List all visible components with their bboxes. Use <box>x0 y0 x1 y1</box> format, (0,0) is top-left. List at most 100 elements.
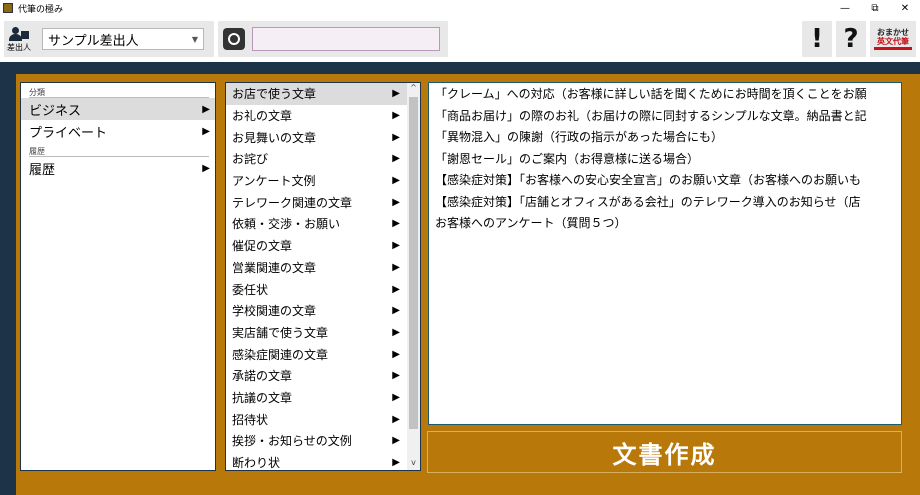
list-item-label: 承諾の文章 <box>232 369 293 384</box>
sender-icon[interactable]: 差出人 <box>4 21 34 57</box>
list-item[interactable]: 委任状 ▶ <box>226 278 408 300</box>
category-item-business[interactable]: ビジネス ▶ <box>21 98 215 120</box>
chevron-right-icon: ▶ <box>392 370 400 382</box>
chevron-right-icon: ▶ <box>392 457 400 469</box>
search-input[interactable] <box>252 27 440 51</box>
list-item-label: 感染症関連の文章 <box>232 347 329 362</box>
window-controls: — ⧉ ✕ <box>830 0 920 16</box>
chevron-right-icon: ▶ <box>392 88 400 100</box>
list-item[interactable]: お詫び ▶ <box>226 148 408 170</box>
list-item[interactable]: 挨拶・お知らせの文例 ▶ <box>226 430 408 452</box>
app-icon <box>3 3 13 13</box>
search-area <box>218 21 448 57</box>
chevron-right-icon: ▶ <box>392 218 400 230</box>
scroll-thumb[interactable] <box>409 97 418 429</box>
list-item-label: 挨拶・お知らせの文例 <box>232 434 352 449</box>
chevron-right-icon: ▶ <box>392 261 400 273</box>
list-item[interactable]: 催促の文章 ▶ <box>226 235 408 257</box>
category-panel: 分類 ビジネス ▶ プライベート ▶ 履歴 履歴 ▶ <box>20 82 216 471</box>
category-item-label: 履歴 <box>29 162 56 178</box>
category-item-history[interactable]: 履歴 ▶ <box>21 157 215 179</box>
list-item-label: 営業関連の文章 <box>232 260 317 275</box>
list-item[interactable]: テレワーク関連の文章 ▶ <box>226 191 408 213</box>
list-item[interactable]: 感染症関連の文章 ▶ <box>226 343 408 365</box>
chevron-right-icon: ▶ <box>392 175 400 187</box>
chevron-right-icon: ▶ <box>392 240 400 252</box>
list-item-label: お礼の文章 <box>232 109 293 124</box>
document-item[interactable]: 【感染症対策】「店舗とオフィスがある会社」のテレワーク導入のお知らせ（店 <box>429 192 901 214</box>
list-item-label: 学校関連の文章 <box>232 304 317 319</box>
list-item-label: お詫び <box>232 152 269 167</box>
list-item-label: 実店舗で使う文章 <box>232 325 329 340</box>
arrow-icon <box>874 47 912 50</box>
help-icon[interactable]: ? <box>836 21 866 57</box>
list-item[interactable]: アンケート文例 ▶ <box>226 170 408 192</box>
chevron-right-icon: ▶ <box>392 283 400 295</box>
list-item-label: 催促の文章 <box>232 239 293 254</box>
chevron-right-icon: ▶ <box>202 103 210 115</box>
list-item[interactable]: お礼の文章 ▶ <box>226 105 408 127</box>
logo-line-1: おまかせ <box>877 28 909 37</box>
subcategory-panel: お店で使う文章 ▶ お礼の文章 ▶ お見舞いの文章 ▶ お詫び ▶ アンケート文例 ▶ テ… <box>225 82 421 471</box>
chevron-right-icon: ▶ <box>392 413 400 425</box>
list-item-label: 抗議の文章 <box>232 390 293 405</box>
sender-area: 差出人 サンプル差出人 ▼ <box>4 21 214 57</box>
alert-icon[interactable]: ! <box>802 21 832 57</box>
sender-dropdown-value: サンプル差出人 <box>48 33 139 49</box>
list-item-label: テレワーク関連の文章 <box>232 195 353 210</box>
chevron-right-icon: ▶ <box>392 348 400 360</box>
list-item[interactable]: お見舞いの文章 ▶ <box>226 126 408 148</box>
document-item[interactable]: 「謝恩セール」のご案内（お得意様に送る場合） <box>429 149 901 171</box>
list-item[interactable]: 招待状 ▶ <box>226 408 408 430</box>
chevron-right-icon: ▶ <box>392 131 400 143</box>
list-item-label: お見舞いの文章 <box>232 130 317 145</box>
list-item[interactable]: お店で使う文章 ▶ <box>226 83 408 105</box>
chevron-right-icon: ▶ <box>202 162 210 174</box>
chevron-right-icon: ▶ <box>392 110 400 122</box>
scroll-down-icon[interactable]: v <box>407 458 420 470</box>
sender-label: 差出人 <box>7 42 31 52</box>
search-button[interactable] <box>218 21 250 57</box>
list-item[interactable]: 断わり状 ▶ <box>226 452 408 470</box>
header-divider <box>0 62 920 74</box>
subcategory-scrollbar[interactable]: ^ v <box>407 83 420 470</box>
title-bar: 代筆の極み — ⧉ ✕ <box>0 0 920 16</box>
toolbar: 差出人 サンプル差出人 ▼ ! ? おまかせ 英文代筆 <box>0 16 920 62</box>
list-item[interactable]: 営業関連の文章 ▶ <box>226 257 408 279</box>
create-document-button[interactable]: 文書作成 <box>427 431 902 473</box>
chevron-right-icon: ▶ <box>392 196 400 208</box>
close-button[interactable]: ✕ <box>890 0 920 16</box>
document-item[interactable]: 「クレーム」への対応（お客様に詳しい話を聞くためにお時間を頂くことをお願 <box>429 84 901 106</box>
list-item-label: アンケート文例 <box>232 174 316 189</box>
document-item[interactable]: 「商品お届け」の際のお礼（お届けの際に同封するシンプルな文章。納品書と記 <box>429 106 901 128</box>
window-title: 代筆の極み <box>18 4 64 15</box>
subcategory-list: お店で使う文章 ▶ お礼の文章 ▶ お見舞いの文章 ▶ お詫び ▶ アンケート文例 ▶ テ… <box>226 83 408 470</box>
document-item[interactable]: 「異物混入」の陳謝（行政の指示があった場合にも） <box>429 127 901 149</box>
section-label-category: 分類 <box>29 88 45 97</box>
person-card-icon <box>9 26 29 41</box>
chevron-right-icon: ▶ <box>202 125 210 137</box>
document-item[interactable]: お客様へのアンケート（質問５つ） <box>429 213 901 235</box>
category-item-label: ビジネス <box>29 103 82 119</box>
right-tools: ! ? おまかせ 英文代筆 <box>802 21 916 57</box>
list-item[interactable]: 依頼・交渉・お願い ▶ <box>226 213 408 235</box>
list-item-label: お店で使う文章 <box>232 87 317 102</box>
list-item[interactable]: 抗議の文章 ▶ <box>226 387 408 409</box>
list-item-label: 依頼・交渉・お願い <box>232 217 341 232</box>
category-item-private[interactable]: プライベート ▶ <box>21 120 215 142</box>
document-item[interactable]: 【感染症対策】「お客様への安心安全宣言」のお願い文章（お客様へのお願いも <box>429 170 901 192</box>
minimize-button[interactable]: — <box>830 0 860 16</box>
section-label-history: 履歴 <box>29 147 45 156</box>
list-item[interactable]: 学校関連の文章 ▶ <box>226 300 408 322</box>
chevron-down-icon: ▼ <box>191 34 198 44</box>
restore-button[interactable]: ⧉ <box>860 0 890 16</box>
sender-dropdown[interactable]: サンプル差出人 ▼ <box>42 28 204 50</box>
chevron-right-icon: ▶ <box>392 326 400 338</box>
list-item[interactable]: 実店舗で使う文章 ▶ <box>226 322 408 344</box>
chevron-right-icon: ▶ <box>392 153 400 165</box>
logo-line-2: 英文代筆 <box>877 37 909 46</box>
search-icon <box>223 28 245 50</box>
scroll-up-icon[interactable]: ^ <box>407 83 420 95</box>
english-writing-button[interactable]: おまかせ 英文代筆 <box>870 21 916 57</box>
list-item[interactable]: 承諾の文章 ▶ <box>226 365 408 387</box>
